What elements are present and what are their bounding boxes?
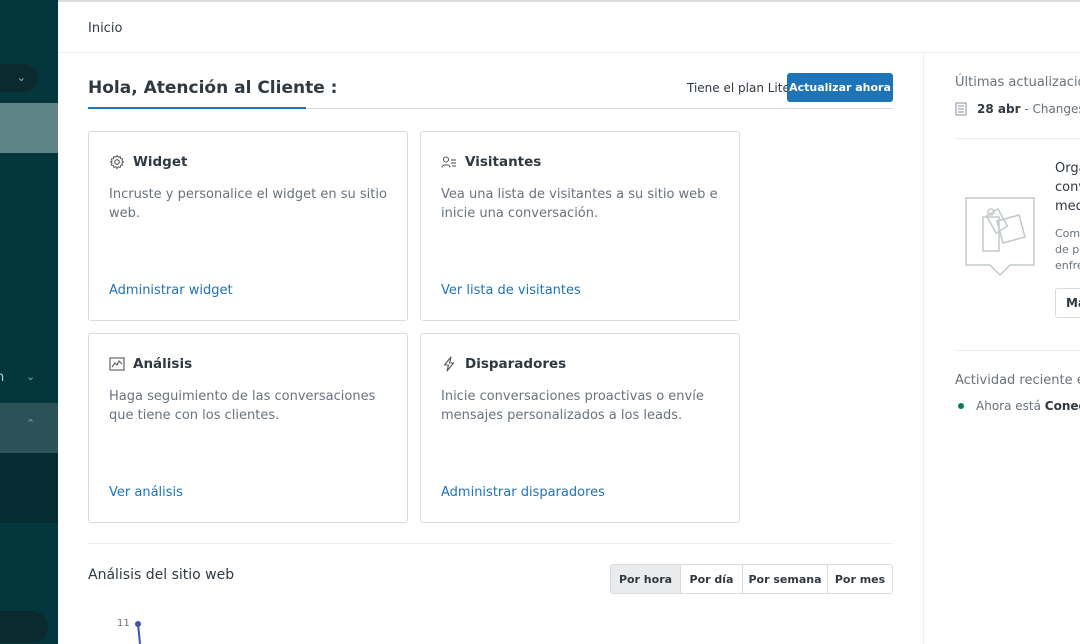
updates-heading: Últimas actualizacione [955,75,1080,90]
upgrade-button[interactable]: Actualizar ahora [787,73,893,102]
card-description: Vea una lista de visitantes a su sitio w… [441,187,718,221]
main-content: Hola, Atención al Cliente : Tiene el pla… [58,53,923,644]
tags-illustration [965,197,1035,277]
manage-widget-link[interactable]: Administrar widget [109,283,233,298]
lightning-icon [443,356,455,372]
promo-title-line: conv [1055,180,1080,195]
chevron-down-icon: ⌄ [26,370,36,383]
recent-activity-heading: Actividad reciente en [955,373,1080,388]
promo-desc-line: de p [1055,243,1080,256]
period-daily-button[interactable]: Por día [680,565,742,593]
gear-icon [109,154,125,170]
analytics-card: Análisis Haga seguimiento de las convers… [88,333,408,523]
divider [955,138,1080,139]
account-switcher[interactable]: ⌄ [0,64,38,92]
promo-title-line: Orga [1055,161,1080,176]
period-hourly-button[interactable]: Por hora [611,565,680,593]
divider [88,543,893,544]
card-title: Visitantes [465,154,542,170]
period-selector: Por hora Por día Por semana Por mes [610,564,893,594]
website-analytics-chart: 11 [88,613,893,644]
promo-more-button[interactable]: Má [1055,288,1080,318]
card-description: Inicie conversaciones proactivas o envíe… [441,389,704,423]
sidebar-bottom-button[interactable] [0,611,48,643]
chevron-down-icon: ⌄ [16,71,26,84]
status-value: Conecta [1044,399,1080,413]
card-title: Análisis [133,356,193,372]
sidebar-item-collapsible[interactable]: n ⌄ [0,353,58,403]
greeting-underline [88,107,306,109]
chart-point[interactable] [135,621,141,627]
promo-description: Comp de p enfre [1055,226,1080,274]
widget-card: Widget Incruste y personalice el widget … [88,131,408,321]
period-weekly-button[interactable]: Por semana [742,565,827,593]
card-description: Incruste y personalice el widget en su s… [109,187,387,221]
card-title: Widget [133,154,188,170]
divider [955,350,1080,351]
promo-desc-line: enfre [1055,259,1080,272]
sidebar-item-label: n [0,370,5,385]
page-title: Inicio [88,21,123,36]
visitors-card: Visitantes Vea una lista de visitantes a… [420,131,740,321]
visitors-icon [441,156,456,168]
update-text: - Changes t [1024,102,1080,116]
manage-triggers-link[interactable]: Administrar disparadores [441,485,605,500]
sidebar: ⌄ n ⌄ ⌃ [0,0,58,644]
greeting-heading: Hola, Atención al Cliente : [88,78,338,98]
chevron-up-icon: ⌃ [26,417,36,430]
triggers-card: Disparadores Inicie conversaciones proac… [420,333,740,523]
chart-tick-label: 11 [117,618,130,629]
website-analytics-title: Análisis del sitio web [88,567,235,583]
card-description: Haga seguimiento de las conversaciones q… [109,389,376,423]
card-title: Disparadores [465,356,567,372]
document-icon [955,102,967,116]
status-row: Ahora está Conecta [958,399,1080,413]
chart-series-line [135,621,141,644]
update-date: 28 abr [977,102,1021,116]
sidebar-item-expanded[interactable]: ⌃ [0,403,58,453]
promo-title-line: med [1055,199,1080,214]
sidebar-item-active[interactable] [0,103,58,153]
plan-text: Tiene el plan Lite [687,81,790,95]
view-visitors-link[interactable]: Ver lista de visitantes [441,283,581,298]
view-analytics-link[interactable]: Ver análisis [109,485,183,500]
promo-desc-line: Comp [1055,227,1080,240]
top-bar: Inicio [58,0,1080,53]
chart-icon [109,357,125,371]
update-item[interactable]: 28 abr - Changes t [955,102,1080,116]
sidebar-submenu [0,453,58,523]
period-monthly-button[interactable]: Por mes [827,565,892,593]
promo-title: Orga conv med [1055,159,1080,216]
status-prefix: Ahora está [976,399,1041,413]
online-status-dot [958,403,964,409]
right-panel: Últimas actualizacione 28 abr - Changes … [923,53,1080,644]
